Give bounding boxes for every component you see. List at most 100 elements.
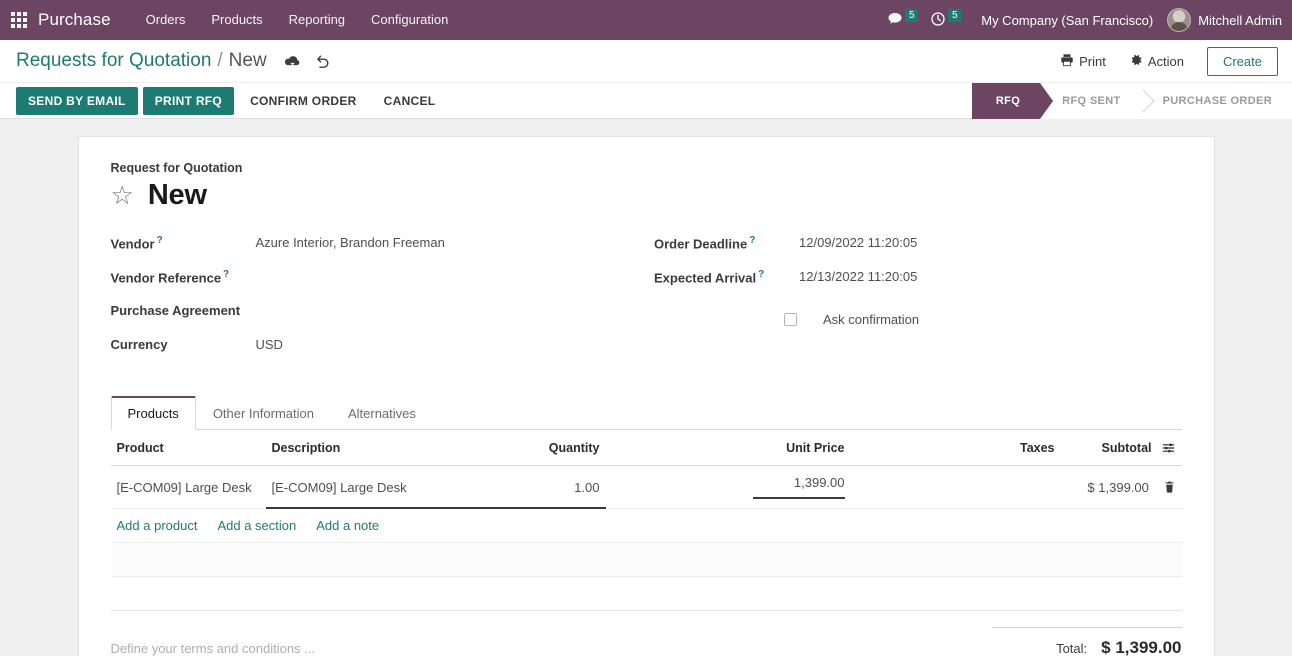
field-vendor-reference-label: Vendor Reference? <box>110 269 230 286</box>
field-vendor-reference-value[interactable] <box>256 268 456 286</box>
send-by-email-button[interactable]: Send by Email <box>16 86 138 115</box>
app-brand-purchase[interactable]: Purchase <box>38 10 111 30</box>
add-links-group: Add a product Add a section Add a note <box>117 518 1176 533</box>
tooltip-icon[interactable]: ? <box>749 235 755 246</box>
messages-menu-button[interactable]: 5 <box>881 8 924 30</box>
cell-subtotal: $ 1,399.00 <box>1060 465 1182 509</box>
cell-unit-price[interactable]: 1,399.00 <box>605 465 851 509</box>
ask-confirmation-checkbox[interactable] <box>784 312 797 326</box>
confirm-order-button[interactable]: Confirm Order <box>239 87 368 115</box>
sheet-footer: Define your terms and conditions ... Tot… <box>111 611 1182 656</box>
tooltip-icon[interactable]: ? <box>758 269 764 280</box>
totals-block: Total: $ 1,399.00 <box>991 627 1182 656</box>
add-line-row: Add a product Add a section Add a note <box>110 508 1182 543</box>
create-button[interactable]: Create <box>1206 46 1278 76</box>
status-step-purchase-order[interactable]: Purchase Order <box>1140 82 1292 119</box>
field-purchase-agreement-value[interactable] <box>256 302 456 320</box>
ask-confirmation-label: Ask confirmation <box>823 311 920 327</box>
field-purchase-agreement-label: Purchase Agreement <box>110 303 241 318</box>
action-button[interactable]: Action <box>1120 48 1193 75</box>
cell-taxes[interactable] <box>850 465 1061 509</box>
tab-other-information[interactable]: Other Information <box>196 396 331 430</box>
add-a-section-link[interactable]: Add a section <box>217 518 296 533</box>
cloud-upload-icon[interactable] <box>284 54 301 69</box>
header-unit-price: Unit Price <box>605 430 851 466</box>
field-order-deadline-value[interactable]: 12/09/2022 11:20:05 <box>799 234 917 252</box>
add-a-note-link[interactable]: Add a note <box>316 518 379 533</box>
nav-item-products[interactable]: Products <box>198 0 275 40</box>
notebook: Products Other Information Alternatives … <box>110 396 1182 611</box>
tooltip-icon[interactable]: ? <box>157 235 163 246</box>
print-button-label: Print <box>1079 53 1106 69</box>
record-title-row: ☆ New <box>111 179 1182 212</box>
field-currency: Currency USD <box>111 336 647 370</box>
field-order-deadline: Order Deadline? 12/09/2022 11:20:05 <box>654 234 1182 268</box>
field-ask-confirmation: Ask confirmation <box>654 302 1182 336</box>
status-step-rfq-sent[interactable]: RFQ Sent <box>1040 82 1141 119</box>
cancel-button[interactable]: Cancel <box>373 87 447 115</box>
field-expected-arrival-value[interactable]: 12/13/2022 11:20:05 <box>799 268 917 286</box>
table-row[interactable]: [E-COM09] Large Desk [E-COM09] Large Des… <box>110 465 1182 509</box>
cell-subtotal-value: $ 1,399.00 <box>1087 479 1149 495</box>
field-currency-label: Currency <box>110 337 168 352</box>
form-sheet: Request for Quotation ☆ New Vendor? Azur… <box>77 136 1215 656</box>
nav-item-reporting[interactable]: Reporting <box>276 0 358 40</box>
chat-bubble-icon <box>887 11 903 30</box>
cell-description[interactable]: [E-COM09] Large Desk <box>265 465 456 509</box>
avatar <box>1167 8 1192 32</box>
record-action-buttons: Send by Email Print RFQ Confirm Order Ca… <box>16 86 447 115</box>
notebook-tabs: Products Other Information Alternatives <box>110 396 1182 430</box>
user-menu-button[interactable]: Mitchell Admin <box>1163 8 1282 32</box>
total-value: $ 1,399.00 <box>1101 638 1182 656</box>
nav-item-orders[interactable]: Orders <box>133 0 199 40</box>
add-line-cell: Add a product Add a section Add a note <box>110 508 1182 543</box>
order-lines-body: [E-COM09] Large Desk [E-COM09] Large Des… <box>110 465 1182 611</box>
terms-and-conditions-input[interactable]: Define your terms and conditions ... <box>111 627 992 656</box>
cell-unit-price-value: 1,399.00 <box>793 475 845 490</box>
breadcrumb: Requests for Quotation / New <box>16 50 267 72</box>
record-save-discard-group <box>284 53 331 69</box>
field-order-deadline-label: Order Deadline? <box>654 235 756 252</box>
tooltip-icon[interactable]: ? <box>223 269 229 280</box>
tab-products[interactable]: Products <box>110 396 196 430</box>
tab-alternatives[interactable]: Alternatives <box>331 396 433 430</box>
apps-menu-button[interactable] <box>0 0 38 40</box>
header-description: Description <box>265 430 456 466</box>
trash-icon[interactable] <box>1163 480 1176 494</box>
field-purchase-agreement: Purchase Agreement <box>111 302 647 336</box>
cell-quantity[interactable]: 1.00 <box>455 465 606 509</box>
print-rfq-button[interactable]: Print RFQ <box>142 86 235 115</box>
activities-menu-button[interactable]: 5 <box>924 8 967 30</box>
sliders-icon[interactable] <box>1161 441 1176 455</box>
breadcrumb-current: New <box>228 50 267 71</box>
field-vendor-label: Vendor? <box>110 235 163 252</box>
total-row: Total: $ 1,399.00 <box>992 638 1182 656</box>
user-name-label: Mitchell Admin <box>1198 12 1282 28</box>
add-a-product-link[interactable]: Add a product <box>117 518 198 533</box>
field-expected-arrival-label: Expected Arrival? <box>654 269 765 286</box>
breadcrumb-parent-link[interactable]: Requests for Quotation <box>16 50 211 72</box>
field-currency-value[interactable]: USD <box>256 336 283 354</box>
undo-icon[interactable] <box>315 53 331 69</box>
control-panel-top: Requests for Quotation / New Print Actio… <box>0 40 1292 82</box>
print-button[interactable]: Print <box>1051 48 1115 75</box>
field-expected-arrival: Expected Arrival? 12/13/2022 11:20:05 No… <box>654 268 1182 302</box>
nav-item-configuration[interactable]: Configuration <box>358 0 461 40</box>
top-navbar: Purchase Orders Products Reporting Confi… <box>0 0 1292 40</box>
header-quantity: Quantity <box>455 430 606 466</box>
control-panel: Requests for Quotation / New Print Actio… <box>0 40 1292 119</box>
breadcrumb-separator: / <box>217 50 223 71</box>
company-switcher[interactable]: My Company (San Francisco) <box>967 13 1163 28</box>
order-lines-table: Product Description Quantity Unit Price … <box>110 430 1182 611</box>
form-columns: Vendor? Azure Interior, Brandon Freeman … <box>111 234 1182 370</box>
totals-divider <box>991 627 1182 628</box>
apps-grid-icon <box>11 12 27 28</box>
messages-count-badge: 5 <box>905 8 919 22</box>
action-button-label: Action <box>1147 53 1184 69</box>
field-vendor: Vendor? Azure Interior, Brandon Freeman <box>111 234 647 268</box>
page-title: New <box>147 179 207 211</box>
cell-product[interactable]: [E-COM09] Large Desk <box>110 465 266 509</box>
star-outline-icon[interactable]: ☆ <box>111 182 134 208</box>
gear-icon <box>1129 53 1143 70</box>
field-vendor-value[interactable]: Azure Interior, Brandon Freeman <box>256 234 445 252</box>
